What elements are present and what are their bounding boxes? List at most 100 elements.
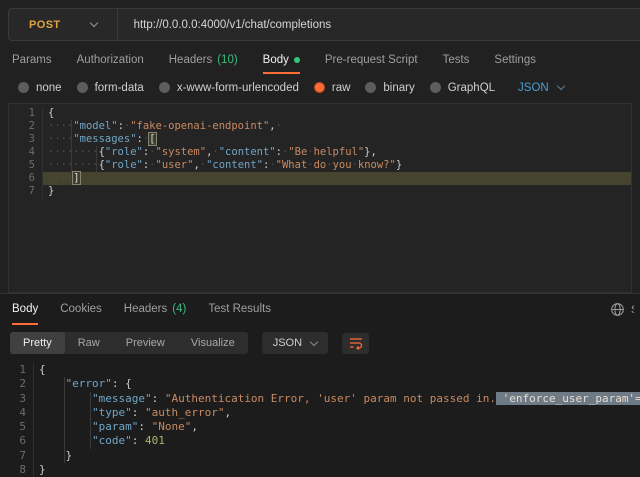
- code-line[interactable]: 4 "type": "auth_error",: [0, 406, 640, 420]
- line-number: 6: [9, 172, 43, 185]
- code-line[interactable]: 3 "message": "Authentication Error, 'use…: [0, 392, 640, 406]
- view-pretty[interactable]: Pretty: [10, 332, 65, 354]
- line-number: 4: [9, 146, 43, 159]
- body-type-binary[interactable]: binary: [365, 82, 414, 94]
- code-line[interactable]: 5········{"role":·"user",·"content":·"Wh…: [9, 159, 631, 172]
- request-tabs: Params Authorization Headers (10) Body P…: [0, 47, 640, 74]
- url-input[interactable]: http://0.0.0.0:4000/v1/chat/completions: [118, 19, 332, 31]
- body-type-label: raw: [332, 82, 351, 94]
- code-line[interactable]: 6····]: [9, 172, 631, 185]
- raw-format-value: JSON: [518, 82, 549, 94]
- tab-tests[interactable]: Tests: [443, 47, 470, 74]
- body-modified-dot-icon: [294, 57, 300, 63]
- code-line[interactable]: 6 "code": 401: [0, 434, 640, 448]
- chevron-down-icon: [556, 82, 564, 90]
- chevron-down-icon: [89, 19, 97, 27]
- chevron-down-icon: [310, 337, 318, 345]
- line-number: 1: [0, 363, 34, 377]
- response-format-value: JSON: [273, 337, 302, 349]
- tab-authorization[interactable]: Authorization: [77, 47, 144, 74]
- request-code[interactable]: 1{2····"model":·"fake-openai-endpoint",·…: [9, 107, 631, 198]
- code-line[interactable]: 2····"model":·"fake-openai-endpoint",·: [9, 120, 631, 133]
- body-type-label: none: [36, 82, 62, 94]
- raw-format-dropdown[interactable]: JSON: [518, 82, 564, 94]
- tab-label: Body: [263, 54, 289, 66]
- tab-label: Test Results: [208, 303, 271, 315]
- line-number: 5: [0, 420, 34, 434]
- body-type-graphql[interactable]: GraphQL: [430, 82, 495, 94]
- method-label: POST: [29, 19, 61, 31]
- response-tab-test-results[interactable]: Test Results: [208, 294, 271, 325]
- line-number: 7: [0, 449, 34, 463]
- line-number: 2: [0, 377, 34, 391]
- response-code[interactable]: 1{2 "error": {3 "message": "Authenticati…: [0, 363, 640, 477]
- code-line[interactable]: 1{: [9, 107, 631, 120]
- code-line[interactable]: 5 "param": "None",: [0, 420, 640, 434]
- radio-icon: [430, 82, 441, 93]
- body-type-none[interactable]: none: [18, 82, 62, 94]
- tab-pre-request-script[interactable]: Pre-request Script: [325, 47, 418, 74]
- view-visualize[interactable]: Visualize: [178, 332, 248, 354]
- response-body-viewer[interactable]: 1{2 "error": {3 "message": "Authenticati…: [0, 361, 640, 477]
- view-preview[interactable]: Preview: [113, 332, 178, 354]
- radio-icon: [159, 82, 170, 93]
- view-raw[interactable]: Raw: [65, 332, 113, 354]
- body-type-form-data[interactable]: form-data: [77, 82, 144, 94]
- response-tab-headers[interactable]: Headers (4): [124, 294, 187, 325]
- body-type-urlencoded[interactable]: x-www-form-urlencoded: [159, 82, 299, 94]
- line-number: 5: [9, 159, 43, 172]
- tab-label: Headers: [169, 54, 212, 66]
- body-type-label: binary: [383, 82, 414, 94]
- code-line[interactable]: 1{: [0, 363, 640, 377]
- response-tab-body[interactable]: Body: [12, 294, 38, 325]
- request-url-bar: POST http://0.0.0.0:4000/v1/chat/complet…: [8, 8, 640, 41]
- line-number: 3: [0, 392, 34, 406]
- line-number: 8: [0, 463, 34, 477]
- tab-label: Cookies: [60, 303, 102, 315]
- clipped-status-text: S: [631, 304, 634, 316]
- radio-icon: [77, 82, 88, 93]
- wrap-text-icon: [349, 336, 363, 350]
- tab-label: Body: [12, 303, 38, 315]
- body-type-bar: none form-data x-www-form-urlencoded raw…: [0, 74, 640, 101]
- line-number: 6: [0, 434, 34, 448]
- wrap-text-button[interactable]: [342, 333, 369, 354]
- response-tabs: Body Cookies Headers (4) Test Results S: [0, 294, 640, 325]
- body-type-label: form-data: [95, 82, 144, 94]
- tab-body[interactable]: Body: [263, 47, 300, 74]
- tab-label: Params: [12, 54, 52, 66]
- response-header-right: S: [610, 294, 640, 325]
- radio-icon: [365, 82, 376, 93]
- response-tab-cookies[interactable]: Cookies: [60, 294, 102, 325]
- body-type-label: GraphQL: [448, 82, 495, 94]
- line-number: 2: [9, 120, 43, 133]
- line-number: 1: [9, 107, 43, 120]
- tab-label: Authorization: [77, 54, 144, 66]
- radio-selected-icon: [314, 82, 325, 93]
- response-format-dropdown[interactable]: JSON: [262, 332, 328, 354]
- tab-params[interactable]: Params: [12, 47, 52, 74]
- radio-icon: [18, 82, 29, 93]
- line-number: 3: [9, 133, 43, 146]
- headers-count-badge: (4): [172, 303, 186, 315]
- tab-label: Pre-request Script: [325, 54, 418, 66]
- tab-headers[interactable]: Headers (10): [169, 47, 238, 74]
- method-dropdown[interactable]: POST: [9, 9, 118, 40]
- code-line[interactable]: 7}: [9, 185, 631, 198]
- code-line[interactable]: 7 }: [0, 449, 640, 463]
- code-line[interactable]: 4········{"role":·"system",·"content":·"…: [9, 146, 631, 159]
- globe-icon[interactable]: [610, 302, 625, 317]
- tab-label: Tests: [443, 54, 470, 66]
- code-line[interactable]: 8}: [0, 463, 640, 477]
- line-number: 4: [0, 406, 34, 420]
- request-body-editor[interactable]: 1{2····"model":·"fake-openai-endpoint",·…: [8, 103, 632, 293]
- response-toolbar: Pretty Raw Preview Visualize JSON: [10, 332, 640, 354]
- response-section: Body Cookies Headers (4) Test Results S …: [0, 293, 640, 477]
- tab-settings[interactable]: Settings: [494, 47, 536, 74]
- body-type-raw[interactable]: raw: [314, 82, 351, 94]
- code-line[interactable]: 3····"messages":·[: [9, 133, 631, 146]
- line-number: 7: [9, 185, 43, 198]
- body-type-label: x-www-form-urlencoded: [177, 82, 299, 94]
- tab-label: Settings: [494, 54, 536, 66]
- code-line[interactable]: 2 "error": {: [0, 377, 640, 391]
